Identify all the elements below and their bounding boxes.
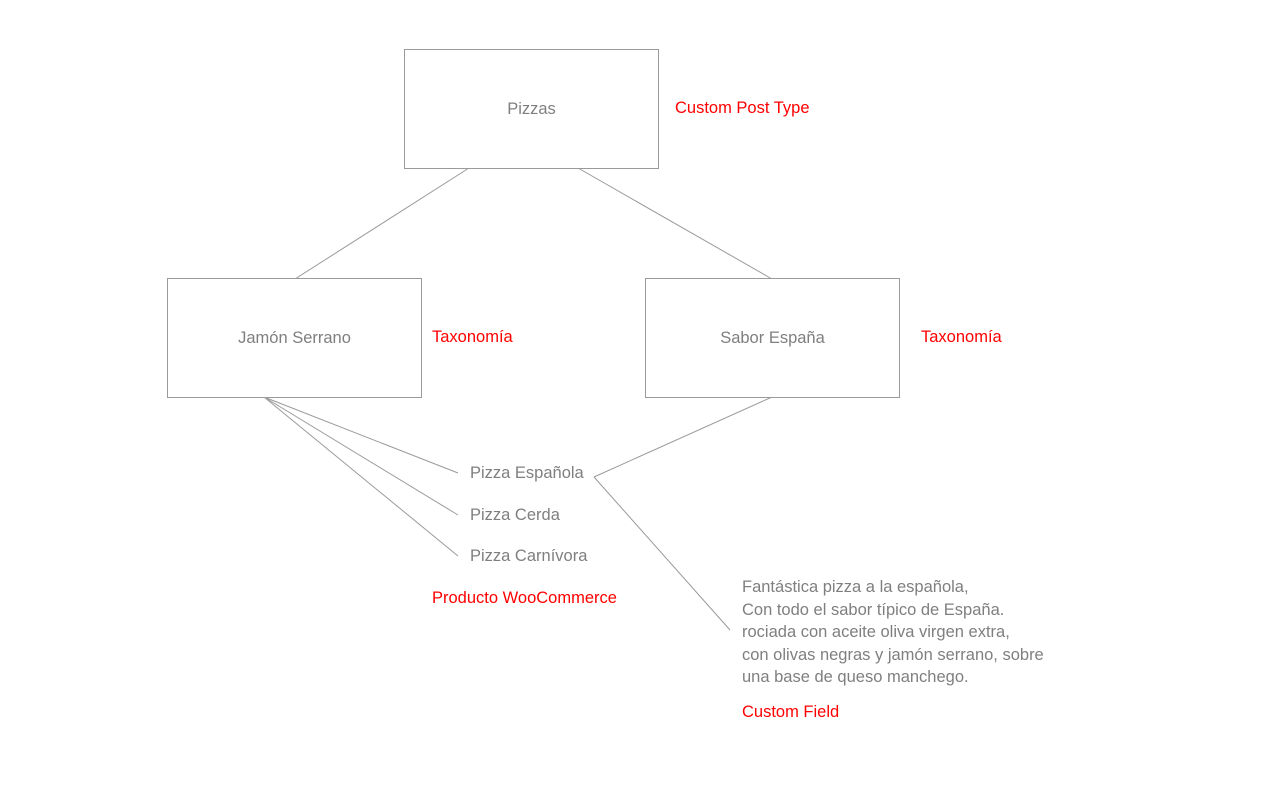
node-jamon-serrano-label: Jamón Serrano bbox=[238, 328, 351, 347]
product-pizza-cerda: Pizza Cerda bbox=[470, 506, 560, 524]
edge-jamon-serrano-pizza-carnivora bbox=[263, 396, 459, 557]
edge-pizzas-sabor-espana bbox=[577, 167, 773, 280]
description-line: con olivas negras y jamón serrano, sobre bbox=[742, 645, 1044, 664]
node-pizzas: Pizzas bbox=[404, 49, 659, 169]
description-line: una base de queso manchego. bbox=[742, 668, 969, 686]
description-line: rociada con aceite oliva virgen extra, bbox=[742, 623, 1010, 641]
edge-jamon-serrano-pizza-cerda bbox=[263, 396, 459, 516]
node-sabor-espana: Sabor España bbox=[645, 278, 900, 398]
edge-pizzas-jamon-serrano bbox=[294, 167, 470, 280]
product-pizza-espanola: Pizza Española bbox=[470, 464, 584, 482]
edge-sabor-espana-pizza-espanola bbox=[593, 396, 773, 478]
edge-pizza-espanola-custom-field bbox=[593, 476, 731, 631]
description-line: Fantástica pizza a la española, bbox=[742, 578, 969, 596]
edge-jamon-serrano-pizza-espanola bbox=[263, 396, 459, 474]
node-sabor-espana-label: Sabor España bbox=[720, 328, 825, 347]
annotation-taxonomia-sabor: Taxonomía bbox=[921, 328, 1002, 346]
annotation-custom-field: Custom Field bbox=[742, 703, 840, 721]
diagram-canvas: Pizzas Custom Post Type Jamón Serrano Ta… bbox=[0, 0, 1280, 796]
annotation-producto-woocommerce: Producto WooCommerce bbox=[432, 589, 617, 607]
custom-field-description: Fantástica pizza a la española, Con todo… bbox=[742, 576, 1044, 689]
product-pizza-carnivora: Pizza Carnívora bbox=[470, 547, 588, 565]
description-line: Con todo el sabor típico de España. bbox=[742, 600, 1005, 619]
node-jamon-serrano: Jamón Serrano bbox=[167, 278, 422, 398]
node-pizzas-label: Pizzas bbox=[507, 99, 556, 118]
annotation-taxonomia-jamon: Taxonomía bbox=[432, 328, 513, 346]
annotation-custom-post-type: Custom Post Type bbox=[675, 99, 810, 117]
